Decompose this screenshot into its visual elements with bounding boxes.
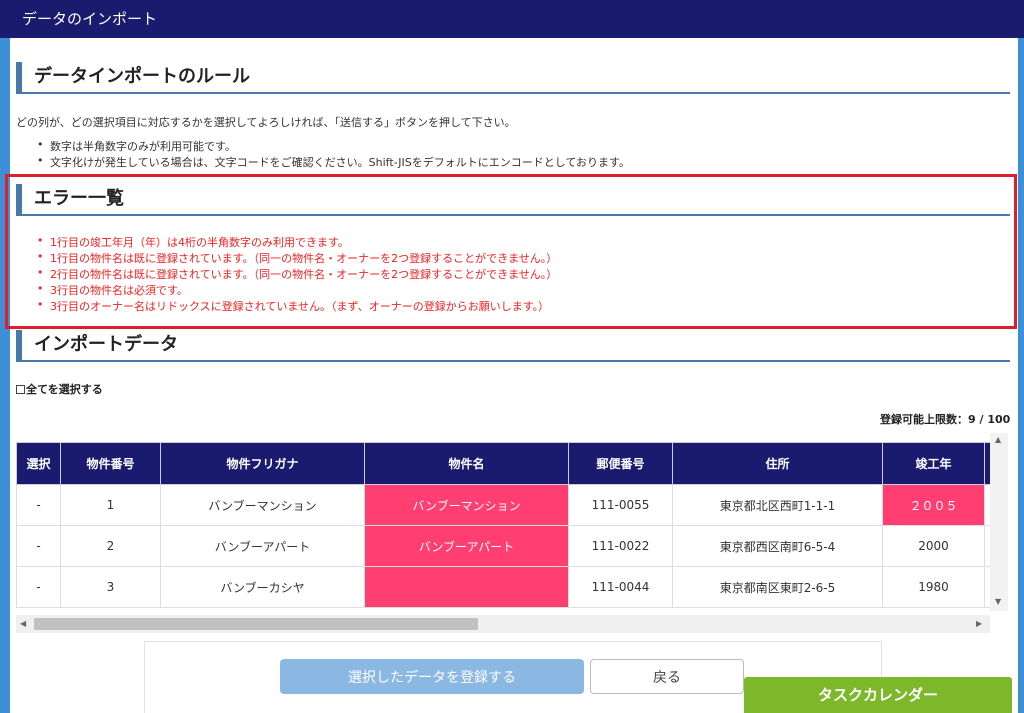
task-calendar-tab[interactable]: タスクカレンダー [744,677,1012,713]
error-item: 2行目の物件名は既に登録されています。（同一の物件名・オーナーを2つ登録すること… [37,266,557,282]
cell-name-error: バンブーアパート [364,525,569,567]
cell-furigana: バンブーマンション [160,484,365,526]
error-item: 1行目の物件名は既に登録されています。（同一の物件名・オーナーを2つ登録すること… [37,250,557,266]
col-postal-code: 郵便番号 [568,442,673,485]
scroll-down-icon[interactable]: ▼ [995,597,1001,606]
col-property-number: 物件番号 [60,442,161,485]
error-item: 3行目のオーナー名はリドックスに登録されていません。（まず、オーナーの登録からお… [37,298,549,314]
col-property-name: 物件名 [364,442,569,485]
col-built-year: 竣工年 [882,442,985,485]
errors-heading: エラー一覧 [16,184,1010,216]
table-header-row: 選択 物件番号 物件フリガナ 物件名 郵便番号 住所 竣工年 [16,442,999,485]
registration-limit: 登録可能上限数：9 / 100 [880,413,1011,426]
cell-address: 東京都西区南町6-5-4 [672,525,883,567]
table-row: - 2 バンブーアパート バンブーアパート 111-0022 東京都西区南町6-… [16,525,999,567]
cell-number: 2 [60,525,161,567]
cell-address: 東京都北区西町1-1-1 [672,484,883,526]
col-property-furigana: 物件フリガナ [160,442,365,485]
cell-postal: 111-0022 [568,525,673,567]
error-item: 3行目の物件名は必須です。 [37,282,188,298]
cell-select: - [16,525,61,567]
select-all-label: 全てを選択する [26,383,103,396]
import-heading: インポートデータ [16,330,1010,362]
cell-year: 1980 [882,566,985,608]
error-item: 1行目の竣工年月（年）は4桁の半角数字のみ利用できます。 [37,234,349,250]
col-select: 選択 [16,442,61,485]
cell-name-error [364,566,569,608]
table-row: - 3 バンブーカシヤ 111-0044 東京都南区東町2-6-5 1980 [16,566,999,608]
checkbox-icon[interactable] [16,385,25,394]
scroll-left-icon[interactable]: ◀ [20,619,26,628]
table-vertical-scrollbar[interactable]: ▲ ▼ [990,433,1008,611]
cell-furigana: バンブーカシヤ [160,566,365,608]
rule-item: 数字は半角数字のみが利用可能です。 [37,138,236,154]
cell-furigana: バンブーアパート [160,525,365,567]
rule-item: 文字化けが発生している場合は、文字コードをご確認ください。Shift-JISをデ… [37,154,630,170]
cell-year-error: ２００５ [882,484,985,526]
register-selected-button[interactable]: 選択したデータを登録する [280,659,584,694]
select-all-checkbox[interactable]: 全てを選択する [16,381,103,397]
cell-name-error: バンブーマンション [364,484,569,526]
scroll-up-icon[interactable]: ▲ [995,435,1001,444]
cell-postal: 111-0055 [568,484,673,526]
rules-heading: データインポートのルール [16,62,1010,94]
cell-number: 1 [60,484,161,526]
rules-intro: どの列が、どの選択項目に対応するかを選択してよろしければ、「送信する」ボタンを押… [16,116,516,129]
cell-number: 3 [60,566,161,608]
table-row: - 1 バンブーマンション バンブーマンション 111-0055 東京都北区西町… [16,484,999,526]
scroll-right-icon[interactable]: ▶ [976,619,982,628]
import-table: 選択 物件番号 物件フリガナ 物件名 郵便番号 住所 竣工年 - 1 バンブーマ… [16,442,999,608]
cell-select: - [16,484,61,526]
cell-postal: 111-0044 [568,566,673,608]
window-title: データのインポート [0,0,1024,38]
cell-address: 東京都南区東町2-6-5 [672,566,883,608]
table-horizontal-scrollbar[interactable]: ◀ ▶ [16,615,990,633]
back-button[interactable]: 戻る [590,659,744,694]
col-address: 住所 [672,442,883,485]
cell-year: 2000 [882,525,985,567]
cell-select: - [16,566,61,608]
scroll-thumb[interactable] [34,618,478,630]
